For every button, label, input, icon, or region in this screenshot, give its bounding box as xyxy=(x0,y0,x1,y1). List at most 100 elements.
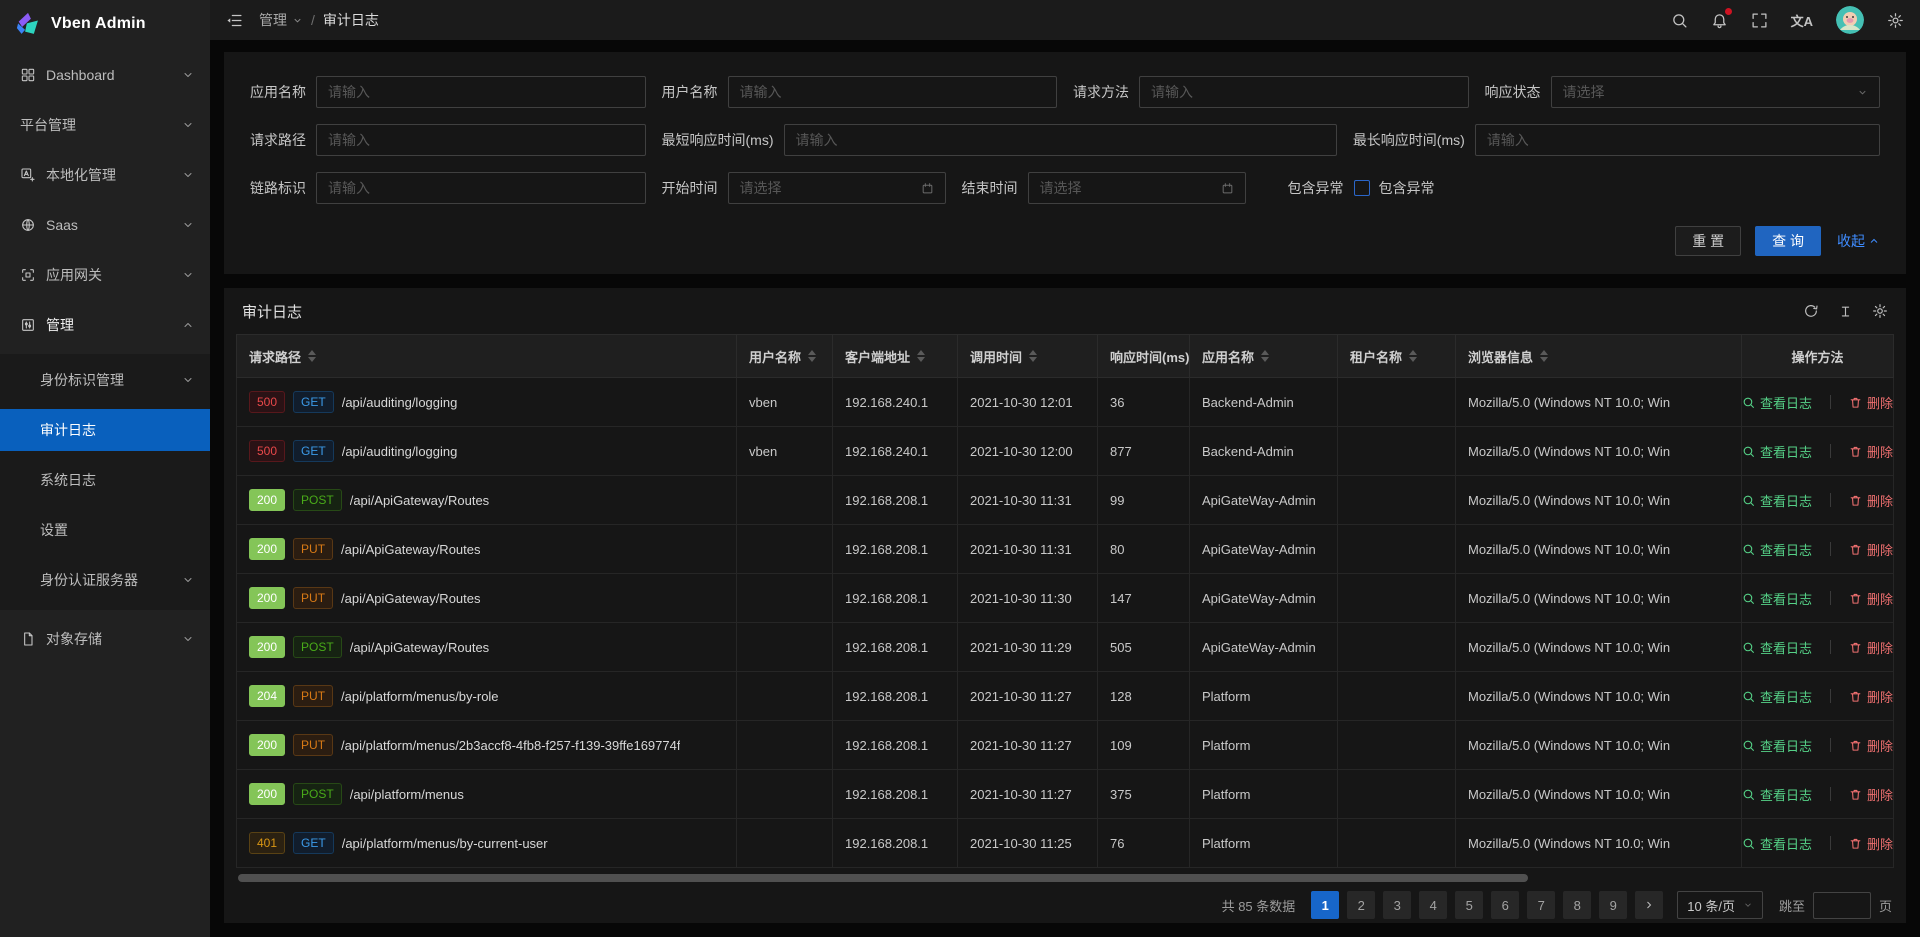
start-time-input[interactable] xyxy=(740,180,913,196)
column-settings-icon[interactable] xyxy=(1872,303,1888,319)
method-badge: POST xyxy=(293,636,342,658)
sidebar-item-settings[interactable]: 设置 xyxy=(0,509,210,551)
delete-link[interactable]: 删除 xyxy=(1849,834,1893,853)
sidebar-item-localization-management[interactable]: 本地化管理 xyxy=(0,154,210,196)
delete-link[interactable]: 删除 xyxy=(1849,393,1893,412)
app-name-input[interactable] xyxy=(316,76,646,108)
horizontal-scrollbar[interactable] xyxy=(238,874,1892,882)
sort-icon[interactable] xyxy=(1540,350,1548,362)
cell-tenant xyxy=(1338,574,1456,623)
settings-gear-icon[interactable] xyxy=(1887,12,1904,29)
end-time-input[interactable] xyxy=(1040,180,1213,196)
page-button[interactable]: 1 xyxy=(1311,891,1339,919)
user-name-input[interactable] xyxy=(728,76,1058,108)
breadcrumb-menu[interactable]: 管理 xyxy=(259,10,287,30)
view-log-link[interactable]: 查看日志 xyxy=(1742,638,1812,657)
status-select[interactable]: 请选择 xyxy=(1551,76,1881,108)
start-time-picker[interactable] xyxy=(728,172,946,204)
column-header[interactable]: 用户名称 xyxy=(737,335,833,378)
scrollbar-thumb[interactable] xyxy=(238,874,1528,882)
sort-icon[interactable] xyxy=(1029,350,1037,362)
avatar[interactable] xyxy=(1836,6,1864,34)
page-button[interactable]: 9 xyxy=(1599,891,1627,919)
fullscreen-icon[interactable] xyxy=(1751,12,1768,29)
min-response-time-input[interactable] xyxy=(784,124,1337,156)
refresh-icon[interactable] xyxy=(1803,303,1819,319)
trace-id-input[interactable] xyxy=(316,172,646,204)
app-logo[interactable]: Vben Admin xyxy=(0,0,210,48)
delete-link[interactable]: 删除 xyxy=(1849,491,1893,510)
notification-bell-icon[interactable] xyxy=(1711,12,1728,29)
view-log-link[interactable]: 查看日志 xyxy=(1742,393,1812,412)
column-header[interactable]: 客户端地址 xyxy=(833,335,958,378)
column-header[interactable]: 响应时间(ms) xyxy=(1098,335,1190,378)
jump-to-input[interactable] xyxy=(1813,892,1871,919)
delete-link[interactable]: 删除 xyxy=(1849,736,1893,755)
column-header[interactable]: 请求路径 xyxy=(237,335,737,378)
cell-request-path: 200POST/api/ApiGateway/Routes xyxy=(237,623,737,672)
sort-icon[interactable] xyxy=(808,350,816,362)
http-method-input[interactable] xyxy=(1139,76,1469,108)
cell-request-path: 401GET/api/platform/menus/by-current-use… xyxy=(237,819,737,868)
column-header[interactable]: 调用时间 xyxy=(958,335,1098,378)
delete-link[interactable]: 删除 xyxy=(1849,638,1893,657)
page-button[interactable]: 3 xyxy=(1383,891,1411,919)
cell-request-path: 200PUT/api/platform/menus/2b3accf8-4fb8-… xyxy=(237,721,737,770)
sidebar-item-auth-server[interactable]: 身份认证服务器 xyxy=(0,559,210,601)
view-log-link[interactable]: 查看日志 xyxy=(1742,834,1812,853)
view-log-link[interactable]: 查看日志 xyxy=(1742,540,1812,559)
sort-icon[interactable] xyxy=(917,350,925,362)
row-height-icon[interactable] xyxy=(1838,304,1853,319)
delete-link[interactable]: 删除 xyxy=(1849,442,1893,461)
chevron-down-icon xyxy=(182,169,194,181)
end-time-picker[interactable] xyxy=(1028,172,1246,204)
page-button[interactable]: 7 xyxy=(1527,891,1555,919)
view-log-link[interactable]: 查看日志 xyxy=(1742,687,1812,706)
exception-checkbox[interactable] xyxy=(1354,180,1370,196)
query-button[interactable]: 查 询 xyxy=(1755,226,1821,256)
reset-button[interactable]: 重 置 xyxy=(1675,226,1741,256)
cell-browser: Mozilla/5.0 (Windows NT 10.0; Win xyxy=(1456,574,1742,623)
sidebar-item-saas[interactable]: Saas xyxy=(0,204,210,246)
collapse-link[interactable]: 收起 xyxy=(1837,231,1880,251)
page-button[interactable]: 6 xyxy=(1491,891,1519,919)
sort-icon[interactable] xyxy=(1261,350,1269,362)
view-log-link[interactable]: 查看日志 xyxy=(1742,442,1812,461)
sidebar-item-identity-management[interactable]: 身份标识管理 xyxy=(0,359,210,401)
delete-link[interactable]: 删除 xyxy=(1849,687,1893,706)
page-size-select[interactable]: 10 条/页 xyxy=(1677,891,1763,919)
menu-fold-icon[interactable] xyxy=(226,12,243,29)
view-log-link[interactable]: 查看日志 xyxy=(1742,785,1812,804)
delete-link[interactable]: 删除 xyxy=(1849,540,1893,559)
cell-response-time: 505 xyxy=(1098,623,1190,672)
view-log-link[interactable]: 查看日志 xyxy=(1742,491,1812,510)
request-path-input[interactable] xyxy=(316,124,646,156)
sidebar-item-dashboard[interactable]: Dashboard xyxy=(0,54,210,96)
column-header[interactable]: 应用名称 xyxy=(1190,335,1338,378)
cell-actions: 查看日志 删除 xyxy=(1742,574,1894,623)
column-header[interactable]: 浏览器信息 xyxy=(1456,335,1742,378)
sidebar-item-app-gateway[interactable]: 应用网关 xyxy=(0,254,210,296)
delete-link[interactable]: 删除 xyxy=(1849,589,1893,608)
sidebar-item-object-storage[interactable]: 对象存储 xyxy=(0,618,210,660)
column-header[interactable]: 租户名称 xyxy=(1338,335,1456,378)
sort-icon[interactable] xyxy=(308,350,316,362)
sidebar-item-audit-log[interactable]: 审计日志 xyxy=(0,409,210,451)
view-log-link[interactable]: 查看日志 xyxy=(1742,589,1812,608)
search-icon[interactable] xyxy=(1671,12,1688,29)
sidebar-item-platform-management[interactable]: 平台管理 xyxy=(0,104,210,146)
sidebar-item-system-log[interactable]: 系统日志 xyxy=(0,459,210,501)
sidebar-item-management[interactable]: 管理 xyxy=(0,304,210,346)
table-row: 200PUT/api/platform/menus/2b3accf8-4fb8-… xyxy=(237,721,1894,770)
page-button[interactable]: 8 xyxy=(1563,891,1591,919)
view-log-link[interactable]: 查看日志 xyxy=(1742,736,1812,755)
max-response-time-input[interactable] xyxy=(1475,124,1880,156)
translate-icon[interactable]: 文A xyxy=(1791,11,1813,30)
delete-link[interactable]: 删除 xyxy=(1849,785,1893,804)
page-button[interactable]: 5 xyxy=(1455,891,1483,919)
page-button[interactable]: 4 xyxy=(1419,891,1447,919)
next-page-button[interactable] xyxy=(1635,891,1663,919)
page-button[interactable]: 2 xyxy=(1347,891,1375,919)
sort-icon[interactable] xyxy=(1409,350,1417,362)
method-badge: GET xyxy=(293,832,334,854)
